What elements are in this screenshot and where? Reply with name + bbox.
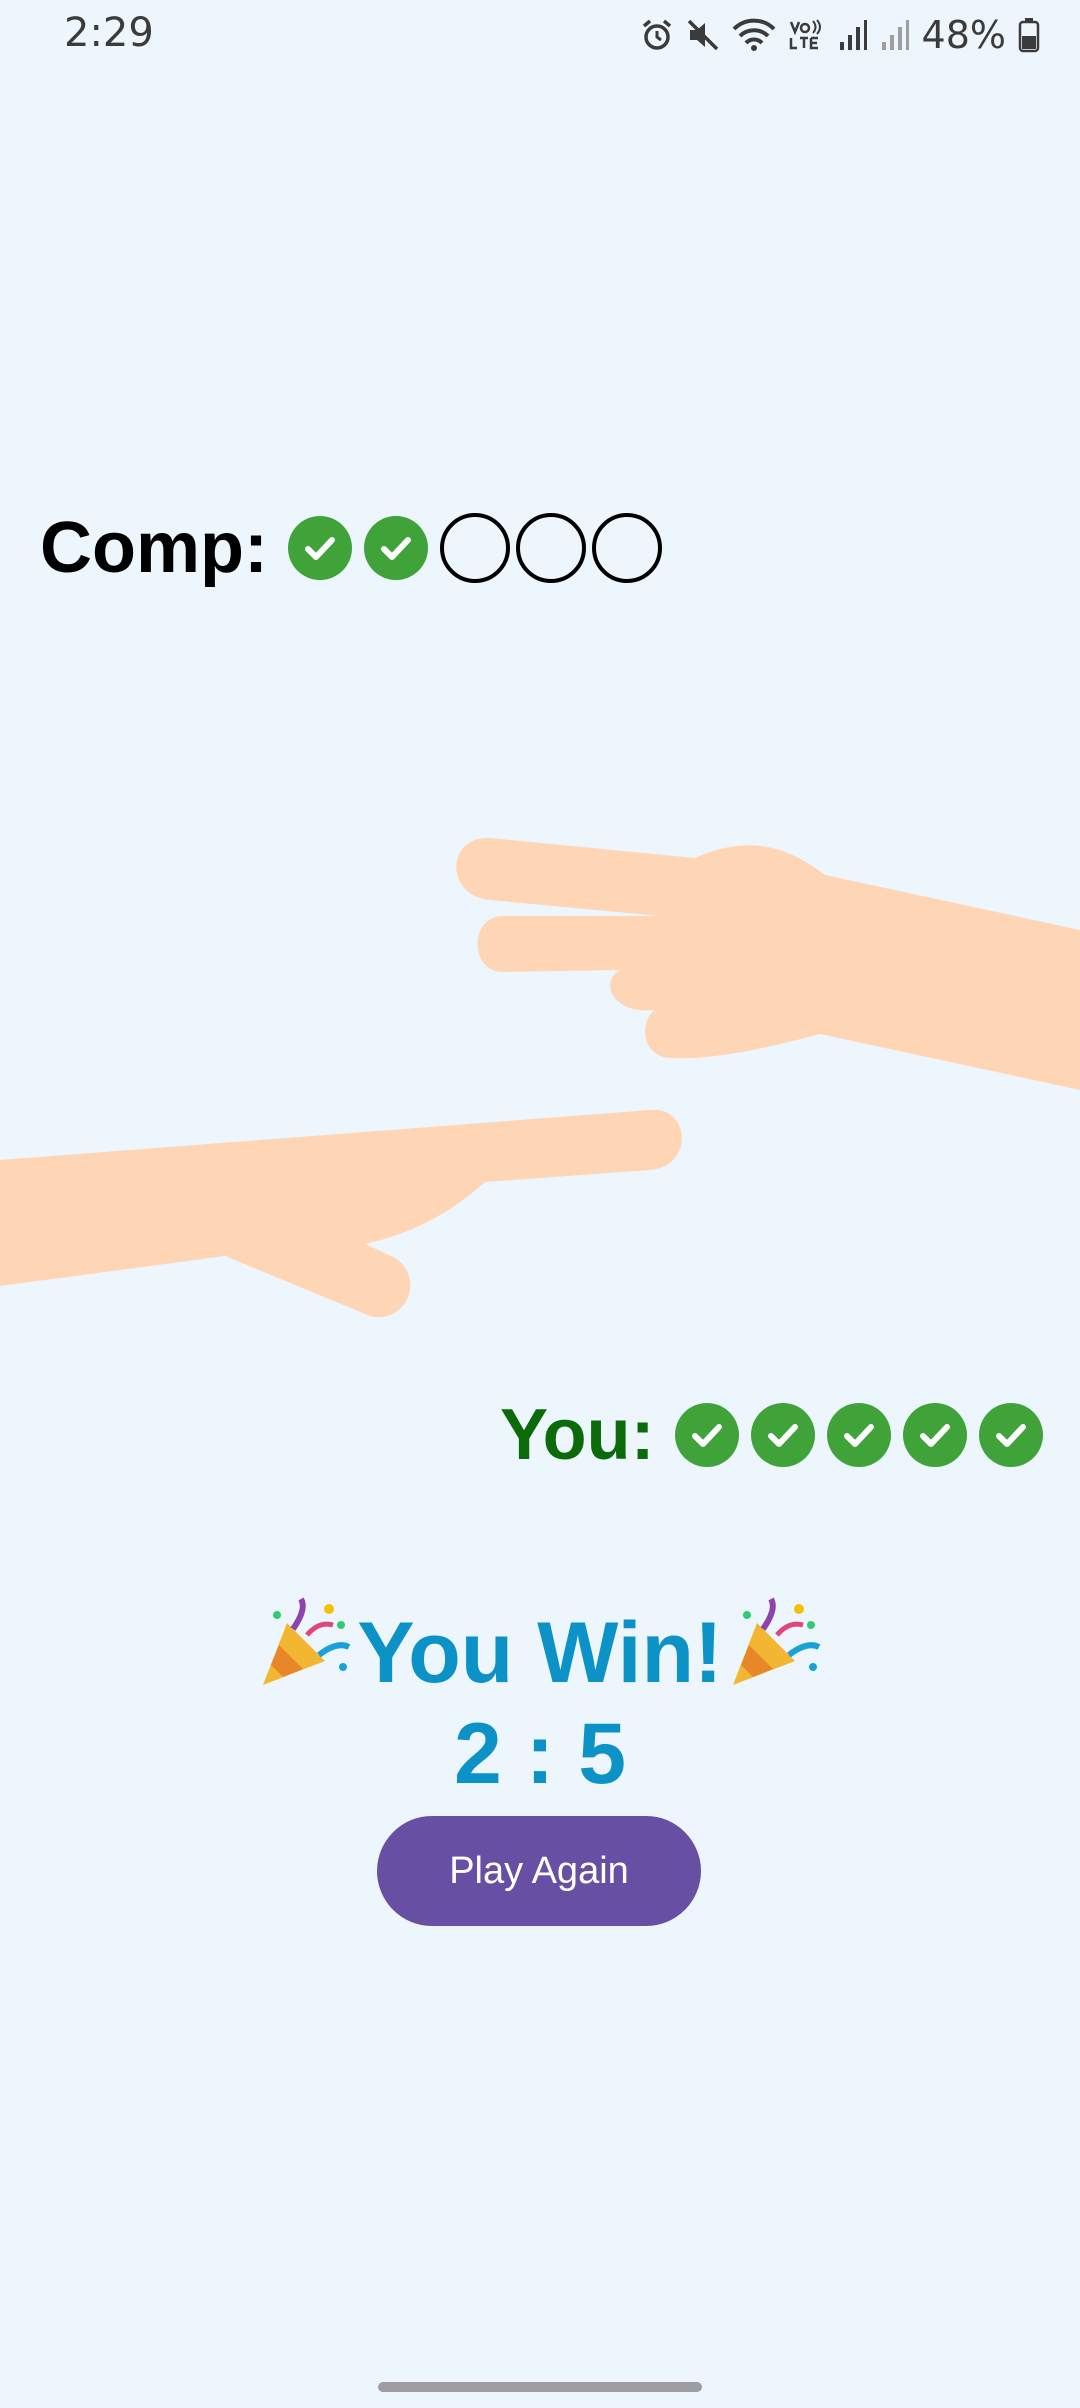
hands-display	[0, 837, 1080, 1318]
signal-icon	[880, 18, 910, 52]
checkmark-icon	[978, 1403, 1043, 1467]
computer-score-marks	[287, 513, 662, 583]
result-title-text: You Win!	[357, 1605, 723, 1701]
signal-icon	[838, 18, 868, 52]
checkmark-icon	[674, 1403, 739, 1467]
battery-icon	[1018, 17, 1040, 53]
computer-label: Comp:	[40, 508, 268, 588]
play-again-button[interactable]: Play Again	[377, 1816, 701, 1926]
status-time: 2:29	[64, 10, 154, 56]
checkmark-icon	[902, 1403, 967, 1467]
final-score: 2 : 5	[453, 1706, 627, 1802]
empty-circle-icon	[591, 513, 662, 583]
computer-score-row: Comp:	[40, 508, 662, 588]
result-title: You Win!	[0, 1595, 1080, 1712]
wifi-icon	[732, 17, 776, 53]
mute-icon	[686, 18, 720, 52]
empty-circle-icon	[439, 513, 510, 583]
party-popper-icon	[257, 1595, 353, 1712]
status-bar: 2:29 48%	[0, 0, 1080, 70]
battery-percent: 48%	[921, 13, 1006, 57]
player-hand-scissors	[0, 1109, 682, 1318]
checkmark-icon	[363, 516, 428, 580]
empty-circle-icon	[515, 513, 586, 583]
status-icons: 48%	[640, 12, 1040, 58]
player-score-marks	[674, 1403, 1043, 1467]
computer-hand-scissors	[456, 837, 1080, 1090]
party-popper-icon	[727, 1595, 823, 1712]
checkmark-icon	[826, 1403, 891, 1467]
alarm-icon	[640, 18, 674, 52]
gesture-nav-handle[interactable]	[378, 2382, 702, 2392]
player-score-row: You:	[500, 1395, 1043, 1475]
player-label: You:	[500, 1395, 655, 1475]
checkmark-icon	[750, 1403, 815, 1467]
volte-icon	[788, 17, 826, 53]
checkmark-icon	[287, 516, 352, 580]
